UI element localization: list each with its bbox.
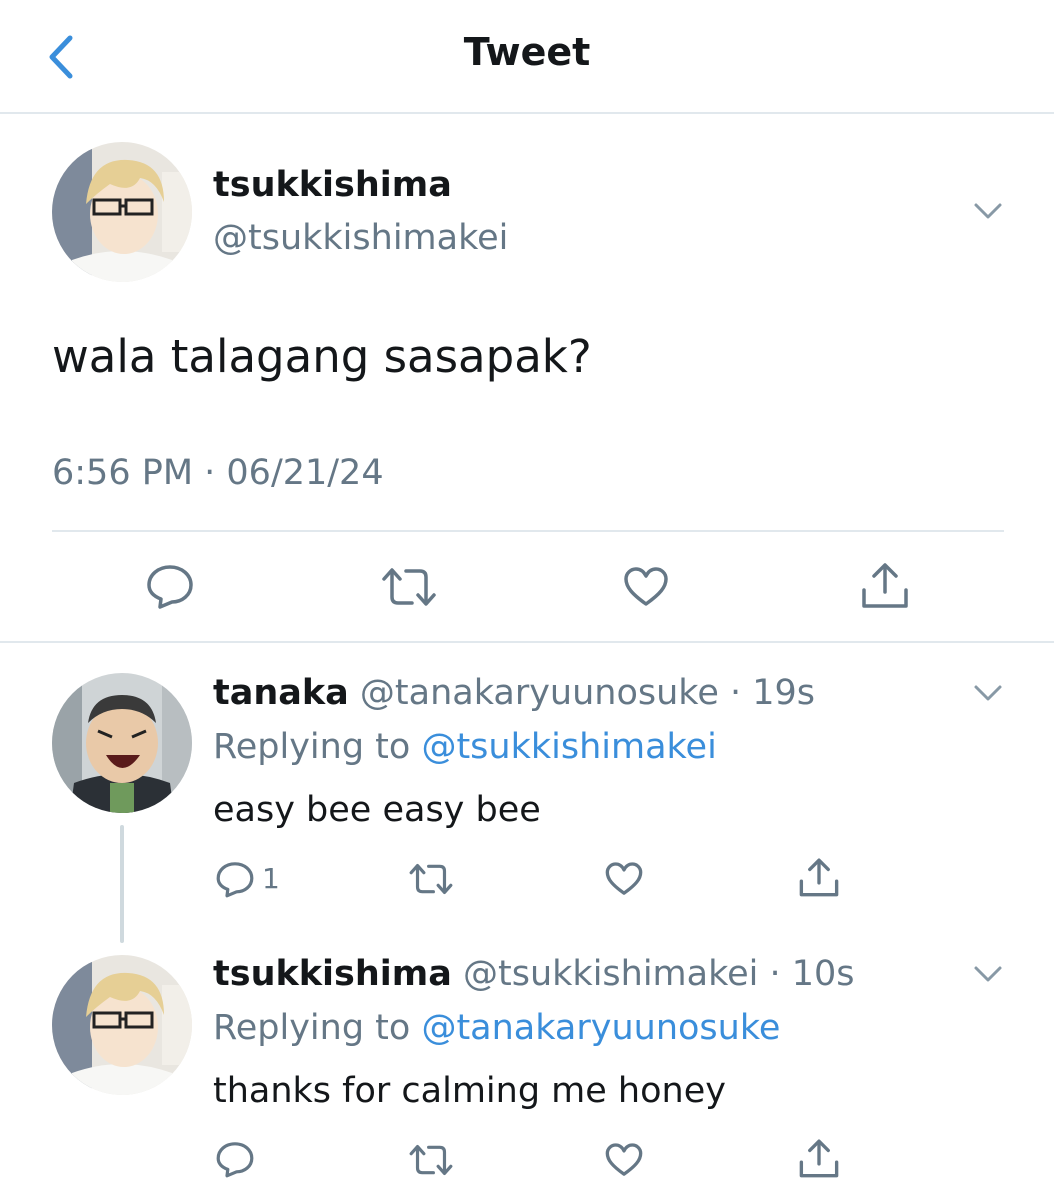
replying-prefix: Replying to [213, 727, 422, 767]
replying-to: Replying to @tsukkishimakei [213, 727, 717, 767]
reply-author-name[interactable]: tanaka [213, 673, 349, 713]
chevron-down-icon[interactable] [972, 963, 1004, 985]
avatar-image [52, 142, 192, 282]
retweet-icon[interactable] [380, 565, 438, 609]
share-icon[interactable] [798, 1137, 840, 1179]
like-icon[interactable] [604, 1142, 644, 1178]
avatar-image [52, 673, 192, 813]
reply-icon[interactable] [215, 860, 255, 898]
tweet-timestamp[interactable]: 6:56 PM · 06/21/24 [52, 453, 384, 493]
replying-mention[interactable]: @tanakaryuunosuke [421, 1008, 780, 1048]
replying-prefix: Replying to [213, 1008, 422, 1048]
reply-handle-time[interactable]: @tsukkishimakei · 10s [463, 954, 855, 994]
divider [0, 641, 1054, 643]
reply-text: easy bee easy bee [213, 790, 541, 830]
thread-line [120, 825, 124, 943]
reply-author-name[interactable]: tsukkishima [213, 954, 452, 994]
reply-header: tanaka @tanakaryuunosuke · 19s [213, 673, 815, 713]
author-name[interactable]: tsukkishima [213, 165, 452, 205]
author-handle[interactable]: @tsukkishimakei [213, 218, 508, 258]
replying-mention[interactable]: @tsukkishimakei [421, 727, 716, 767]
retweet-icon[interactable] [408, 1142, 454, 1178]
retweet-icon[interactable] [408, 861, 454, 897]
reply-text: thanks for calming me honey [213, 1071, 726, 1111]
tweet-text: wala talagang sasapak? [52, 330, 592, 383]
avatar-tsukkishima[interactable] [52, 955, 192, 1095]
reply-icon[interactable] [145, 563, 195, 609]
reply-count: 1 [262, 862, 280, 895]
like-icon[interactable] [604, 861, 644, 897]
replying-to: Replying to @tanakaryuunosuke [213, 1008, 780, 1048]
chevron-down-icon[interactable] [972, 200, 1004, 222]
chevron-down-icon[interactable] [972, 682, 1004, 704]
divider [52, 530, 1004, 532]
reply-icon[interactable] [215, 1140, 255, 1178]
page-title: Tweet [463, 30, 591, 74]
top-bar: Tweet [0, 0, 1054, 114]
share-icon[interactable] [798, 856, 840, 898]
reply-handle-time[interactable]: @tanakaryuunosuke · 19s [360, 673, 815, 713]
avatar-tanaka[interactable] [52, 673, 192, 813]
reply-header: tsukkishima @tsukkishimakei · 10s [213, 954, 855, 994]
share-icon[interactable] [860, 560, 910, 610]
like-icon[interactable] [622, 566, 670, 608]
avatar-image [52, 955, 192, 1095]
avatar-tsukkishima[interactable] [52, 142, 192, 282]
